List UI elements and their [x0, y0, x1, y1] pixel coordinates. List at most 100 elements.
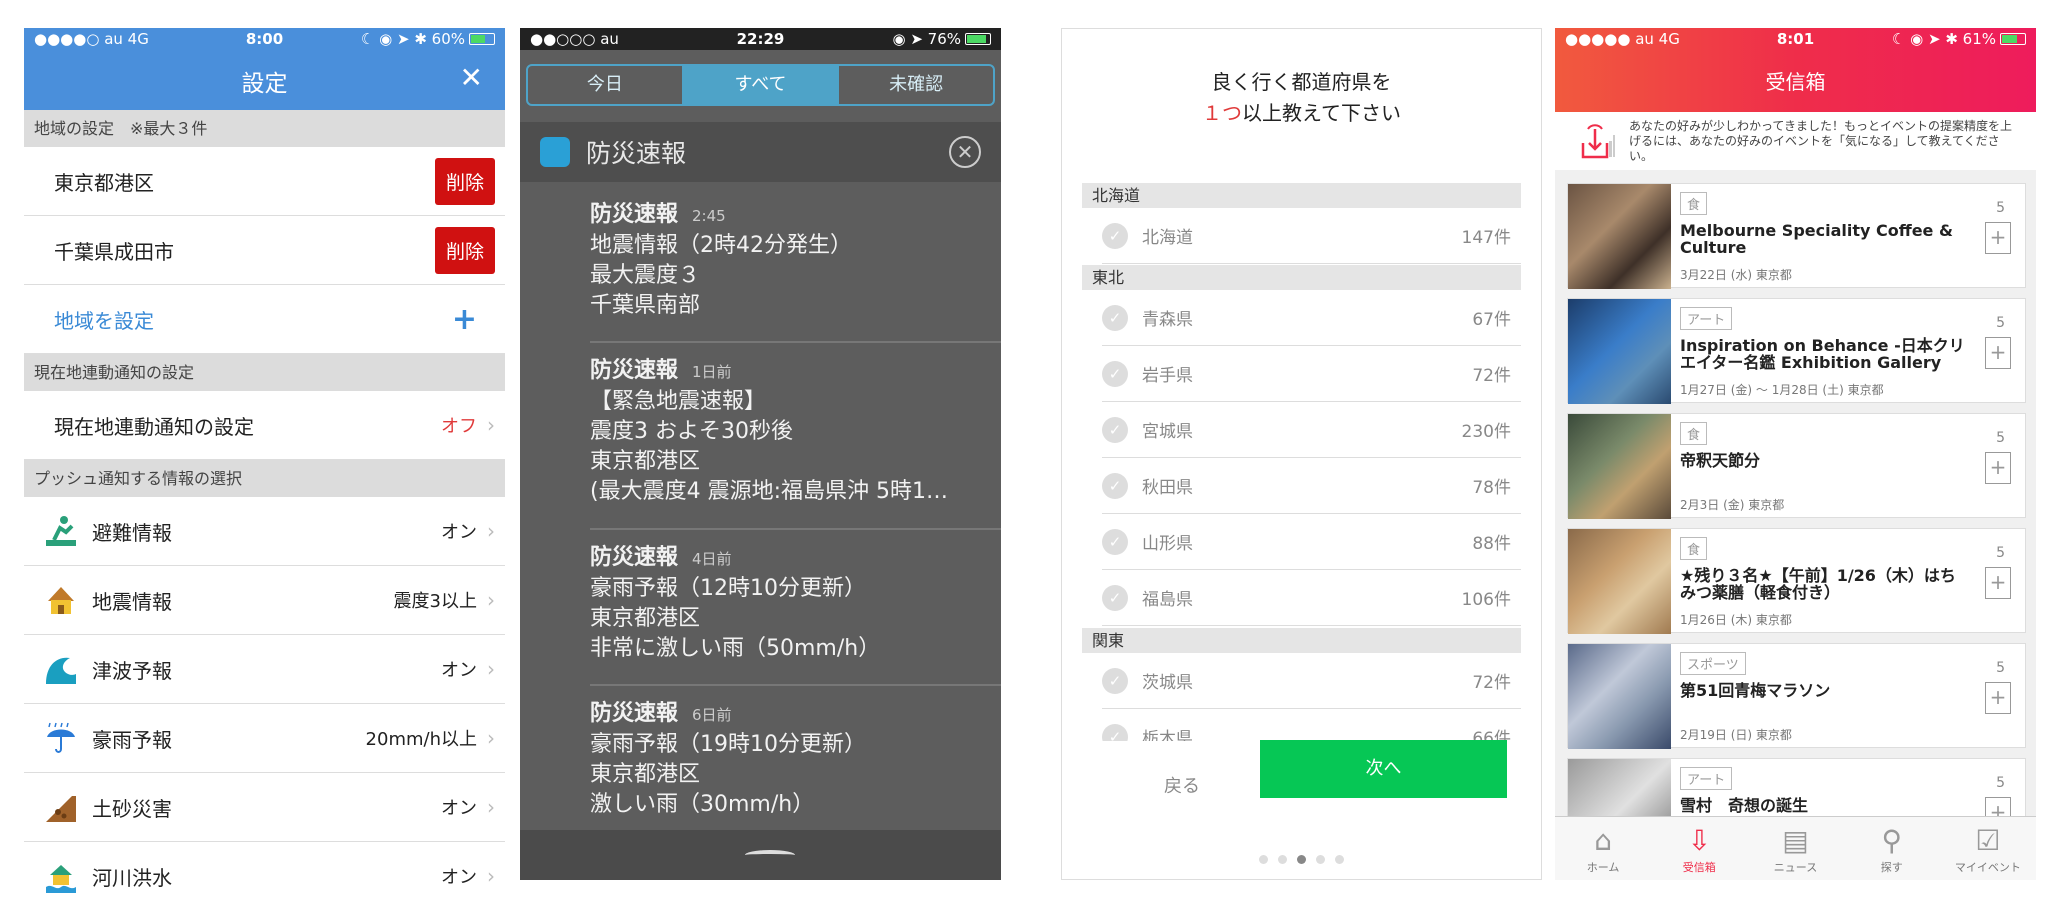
next-button[interactable]: 次へ [1260, 740, 1507, 798]
status-time: 8:01 [1776, 30, 1815, 48]
question-line: 以上教えて下さい [1242, 101, 1401, 125]
region-header: 関東 [1082, 628, 1521, 653]
push-item-row[interactable]: 河川洪水 オン › [24, 842, 505, 908]
battery-icon [2000, 33, 2027, 45]
prefecture-list[interactable]: 北海道 ✓ 北海道 147件 東北 ✓ 青森県 67件 ✓ 岩手県 72件 ✓ 宮城県 230件… [1062, 153, 1541, 741]
prefecture-row[interactable]: ✓ 岩手県 72件 [1102, 346, 1521, 402]
push-item-row[interactable]: 土砂災害 オン › [24, 773, 505, 842]
chevron-right-icon: › [487, 726, 495, 750]
prefecture-row[interactable]: ✓ 茨城県 72件 [1102, 653, 1521, 709]
event-card[interactable]: アート Inspiration on Behance -日本クリエイター名鑑 E… [1567, 298, 2026, 404]
notification-time: 4日前 [692, 550, 732, 568]
status-bar: ●●●●● au 4G 8:01 ☾ ◉ ➤ ✱ 61% [1555, 28, 2036, 50]
region-header: 東北 [1082, 265, 1521, 290]
prefecture-name: 宮城県 [1142, 422, 1193, 442]
notification-line: 東京都港区 [590, 606, 701, 631]
push-item-row[interactable]: 地震情報 震度3以上 › [24, 566, 505, 635]
current-location-row[interactable]: 現在地連動通知の設定 オフ › [24, 391, 505, 460]
tab-label: ホーム [1586, 861, 1620, 874]
event-date: 2月19日 (日) 東京都 [1680, 728, 1792, 742]
prefecture-row[interactable]: ✓ 秋田県 78件 [1102, 458, 1521, 514]
bookmark-add-icon[interactable]: + [1985, 337, 2011, 369]
push-item-value: オン [441, 522, 477, 543]
event-title: Melbourne Speciality Coffee & Culture [1680, 221, 1953, 257]
notification-line: 激しい雨（30mm/h） [590, 792, 815, 817]
inbox-header: ●●●●● au 4G 8:01 ☾ ◉ ➤ ✱ 61% 受信箱 [1555, 28, 2036, 112]
prefecture-row[interactable]: ✓ 山形県 88件 [1102, 514, 1521, 570]
category-tag: スポーツ [1680, 652, 1746, 675]
event-count: 147件 [1461, 228, 1511, 248]
event-card[interactable]: 食 ★残り３名★【午前】1/26（木）はちみつ薬膳（軽食付き） 1月26日 (木… [1567, 528, 2026, 634]
tab-search[interactable]: ⚲ 探す [1844, 817, 1940, 880]
notification-center: ●●○○○ au 22:29 ◉ ➤ 76% 今日 すべて 未確認 防災速報 ✕… [520, 28, 1001, 880]
battery-icon [965, 33, 992, 45]
prefecture-row[interactable]: ✓ 福島県 106件 [1102, 570, 1521, 626]
tab-today[interactable]: 今日 [528, 66, 684, 104]
pull-handle[interactable] [520, 830, 1001, 880]
tip-text: あなたの好みが少しわかってきました！もっとイベントの提案精度を上げるには、あなた… [1629, 118, 2013, 163]
event-card[interactable]: 食 Melbourne Speciality Coffee & Culture … [1567, 183, 2026, 289]
prefecture-name: 青森県 [1142, 310, 1193, 330]
status-indicators: ◉ ➤ 76% [892, 30, 962, 48]
bookmark-add-icon[interactable]: + [1985, 682, 2011, 714]
notification-line: 東京都港区 [590, 449, 701, 474]
close-icon[interactable]: ✕ [460, 64, 483, 92]
notification-line: (最大震度4 震源地:福島県沖 5時1… [590, 479, 948, 504]
close-icon[interactable]: ✕ [949, 136, 981, 168]
tab-label: 探す [1880, 861, 1903, 874]
status-indicators: ☾ ◉ ➤ ✱ 61% [1891, 30, 1997, 48]
notification-line: 豪雨予報（19時10分更新） [590, 732, 866, 757]
push-item-row[interactable]: 避難情報 オン › [24, 497, 505, 566]
add-region-row[interactable]: 地域を設定 + [24, 285, 505, 354]
event-date: 2月3日 (金) 東京都 [1680, 498, 1785, 512]
event-card[interactable]: 食 帝釈天節分 2月3日 (金) 東京都 5 + [1567, 413, 2026, 519]
notification-item[interactable]: 防災速報 1日前 【緊急地震速報】 震度3 およそ30秒後 東京都港区 (最大震度… [590, 356, 981, 507]
tab-unread[interactable]: 未確認 [839, 66, 993, 104]
notification-time: 2:45 [692, 207, 726, 225]
add-region-label: 地域を設定 [54, 308, 154, 333]
prefecture-row[interactable]: ✓ 北海道 147件 [1102, 208, 1521, 264]
event-card[interactable]: スポーツ 第51回青梅マラソン 2月19日 (日) 東京都 5 + [1567, 643, 2026, 749]
app-name: 防災速報 [586, 139, 687, 168]
prefecture-name: 栃木県 [1142, 729, 1193, 741]
event-thumbnail [1568, 184, 1671, 289]
battery-icon [469, 33, 496, 45]
notification-item[interactable]: 防災速報 4日前 豪雨予報（12時10分更新） 東京都港区 非常に激しい雨（50m… [590, 543, 981, 664]
notification-line: 東京都港区 [590, 762, 701, 787]
tab-my-events[interactable]: ☑ マイイベント [1940, 817, 2036, 880]
tab-inbox[interactable]: ⇩ 受信箱 [1651, 817, 1747, 880]
notification-item[interactable]: 防災速報 2:45 地震情報（2時42分発生） 最大震度３ 千葉県南部 [590, 200, 981, 321]
delete-button[interactable]: 削除 [434, 226, 495, 274]
push-item-row[interactable]: 豪雨予報 20mm/h以上 › [24, 704, 505, 773]
inbox-screen: ●●●●● au 4G 8:01 ☾ ◉ ➤ ✱ 61% 受信箱 あなたの好みが… [1555, 28, 2036, 880]
event-count: 72件 [1472, 673, 1511, 693]
bookmark-add-icon[interactable]: + [1985, 222, 2011, 254]
interest-count: 5 [1996, 775, 2005, 791]
notification-title: 防災速報 [590, 202, 679, 227]
earthquake-icon [48, 587, 74, 614]
notification-title: 防災速報 [590, 358, 679, 383]
question-line: 良く行く都道府県を [1211, 70, 1392, 94]
inbox-icon: ⇩ [1687, 824, 1712, 857]
prefecture-name: 秋田県 [1142, 478, 1193, 498]
push-item-row[interactable]: 津波予報 オン › [24, 635, 505, 704]
inbox-signal-icon [1581, 124, 1615, 159]
event-title: 雪村 奇想の誕生 [1680, 796, 1809, 815]
bookmark-add-icon[interactable]: + [1985, 452, 2011, 484]
prefecture-row[interactable]: ✓ 栃木県 66件 [1102, 709, 1521, 741]
divider [590, 684, 1001, 686]
prefecture-row[interactable]: ✓ 宮城県 230件 [1102, 402, 1521, 458]
bookmark-add-icon[interactable]: + [1985, 567, 2011, 599]
notification-item[interactable]: 防災速報 6日前 豪雨予報（19時10分更新） 東京都港区 激しい雨（30mm/h… [590, 699, 981, 820]
prefecture-row[interactable]: ✓ 青森県 67件 [1102, 290, 1521, 346]
back-button[interactable]: 戻る [1122, 759, 1242, 815]
tab-home[interactable]: ⌂ ホーム [1555, 817, 1651, 880]
delete-button[interactable]: 削除 [434, 157, 495, 205]
tab-all[interactable]: すべて [683, 66, 840, 104]
tab-news[interactable]: ▤ ニュース [1747, 817, 1843, 880]
tsunami-icon [46, 657, 76, 684]
notification-line: 【緊急地震速報】 [590, 389, 767, 414]
push-item-label: 河川洪水 [92, 865, 172, 890]
push-item-value: オン [441, 660, 477, 681]
question-highlight: １つ [1202, 101, 1242, 125]
